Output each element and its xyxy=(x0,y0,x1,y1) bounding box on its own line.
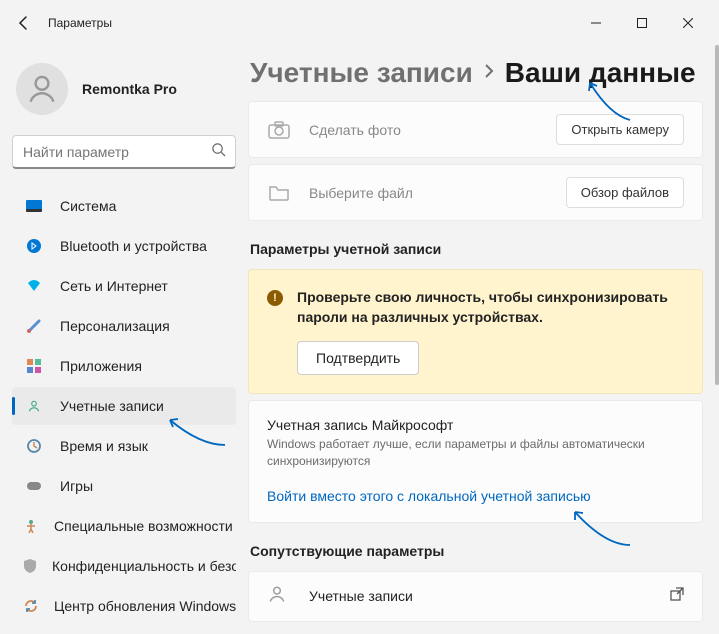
sidebar-item-label: Конфиденциальность и безопасность xyxy=(52,558,236,574)
ms-account-desc: Windows работает лучше, если параметры и… xyxy=(267,436,684,470)
file-label: Выберите файл xyxy=(309,185,413,201)
photo-card: Сделать фото Открыть камеру xyxy=(248,101,703,158)
sidebar-item-label: Система xyxy=(60,198,116,214)
user-name: Remontka Pro xyxy=(82,81,177,97)
sidebar-item-bluetooth[interactable]: Bluetooth и устройства xyxy=(12,227,236,265)
sidebar-item-time[interactable]: Время и язык xyxy=(12,427,236,465)
search-input[interactable] xyxy=(12,135,236,169)
breadcrumb-parent[interactable]: Учетные записи xyxy=(250,57,473,89)
search-box[interactable] xyxy=(12,135,236,169)
update-icon xyxy=(24,596,38,616)
photo-label: Сделать фото xyxy=(309,122,401,138)
sidebar-item-label: Персонализация xyxy=(60,318,170,334)
sidebar-item-label: Учетные записи xyxy=(60,398,164,414)
user-profile[interactable]: Remontka Pro xyxy=(16,63,236,115)
sidebar: Remontka Pro Система Bluetooth и устройс… xyxy=(0,45,248,634)
maximize-button[interactable] xyxy=(619,7,665,39)
page-title: Ваши данные xyxy=(505,57,696,89)
brush-icon xyxy=(24,316,44,336)
warning-card: ! Проверьте свою личность, чтобы синхрон… xyxy=(248,269,703,394)
person-icon xyxy=(24,396,44,416)
maximize-icon xyxy=(637,18,647,28)
window-controls xyxy=(573,7,711,39)
camera-icon xyxy=(267,121,291,139)
wifi-icon xyxy=(24,276,44,296)
nav: Система Bluetooth и устройства Сеть и Ин… xyxy=(12,187,236,625)
sidebar-item-label: Приложения xyxy=(60,358,142,374)
arrow-left-icon xyxy=(16,15,32,31)
sidebar-item-update[interactable]: Центр обновления Windows xyxy=(12,587,236,625)
sidebar-item-label: Сеть и Интернет xyxy=(60,278,168,294)
related-label: Учетные записи xyxy=(309,588,413,604)
shield-icon xyxy=(24,556,36,576)
sidebar-item-label: Игры xyxy=(60,478,93,494)
confirm-button[interactable]: Подтвердить xyxy=(297,341,419,375)
avatar xyxy=(16,63,68,115)
browse-files-button[interactable]: Обзор файлов xyxy=(566,177,684,208)
minimize-icon xyxy=(591,18,601,28)
external-link-icon xyxy=(670,587,684,606)
sidebar-item-accessibility[interactable]: Специальные возможности xyxy=(12,507,236,545)
ms-account-title: Учетная запись Майкрософт xyxy=(267,417,684,433)
warning-text: Проверьте свою личность, чтобы синхрониз… xyxy=(297,288,684,327)
apps-icon xyxy=(24,356,44,376)
accessibility-icon xyxy=(24,516,38,536)
sidebar-item-apps[interactable]: Приложения xyxy=(12,347,236,385)
sidebar-item-network[interactable]: Сеть и Интернет xyxy=(12,267,236,305)
sidebar-item-label: Bluetooth и устройства xyxy=(60,238,207,254)
breadcrumb: Учетные записи Ваши данные xyxy=(248,45,715,101)
window-title: Параметры xyxy=(48,16,112,30)
minimize-button[interactable] xyxy=(573,7,619,39)
person-icon xyxy=(25,72,59,106)
sidebar-item-privacy[interactable]: Конфиденциальность и безопасность xyxy=(12,547,236,585)
sidebar-item-label: Специальные возможности xyxy=(54,518,233,534)
content: Учетные записи Ваши данные Сделать фото … xyxy=(248,45,719,634)
gamepad-icon xyxy=(24,476,44,496)
file-card: Выберите файл Обзор файлов xyxy=(248,164,703,221)
close-button[interactable] xyxy=(665,7,711,39)
sidebar-item-label: Время и язык xyxy=(60,438,148,454)
sidebar-item-system[interactable]: Система xyxy=(12,187,236,225)
related-section-title: Сопутствующие параметры xyxy=(250,543,715,559)
close-icon xyxy=(683,18,693,28)
titlebar: Параметры xyxy=(0,0,719,45)
warning-icon: ! xyxy=(267,290,283,306)
related-card[interactable]: Учетные записи xyxy=(248,571,703,622)
back-button[interactable] xyxy=(8,7,40,39)
scrollbar[interactable] xyxy=(715,45,719,385)
local-account-link[interactable]: Войти вместо этого с локальной учетной з… xyxy=(267,488,591,504)
clock-icon xyxy=(24,436,44,456)
chevron-right-icon xyxy=(483,64,495,83)
bluetooth-icon xyxy=(24,236,44,256)
search-icon xyxy=(211,142,226,162)
system-icon xyxy=(24,196,44,216)
sidebar-item-label: Центр обновления Windows xyxy=(54,598,236,614)
sidebar-item-personalization[interactable]: Персонализация xyxy=(12,307,236,345)
folder-icon xyxy=(267,184,291,202)
person-icon xyxy=(267,584,291,609)
account-section-title: Параметры учетной записи xyxy=(250,241,715,257)
sidebar-item-accounts[interactable]: Учетные записи xyxy=(12,387,236,425)
ms-account-card: Учетная запись Майкрософт Windows работа… xyxy=(248,400,703,523)
sidebar-item-gaming[interactable]: Игры xyxy=(12,467,236,505)
open-camera-button[interactable]: Открыть камеру xyxy=(556,114,684,145)
